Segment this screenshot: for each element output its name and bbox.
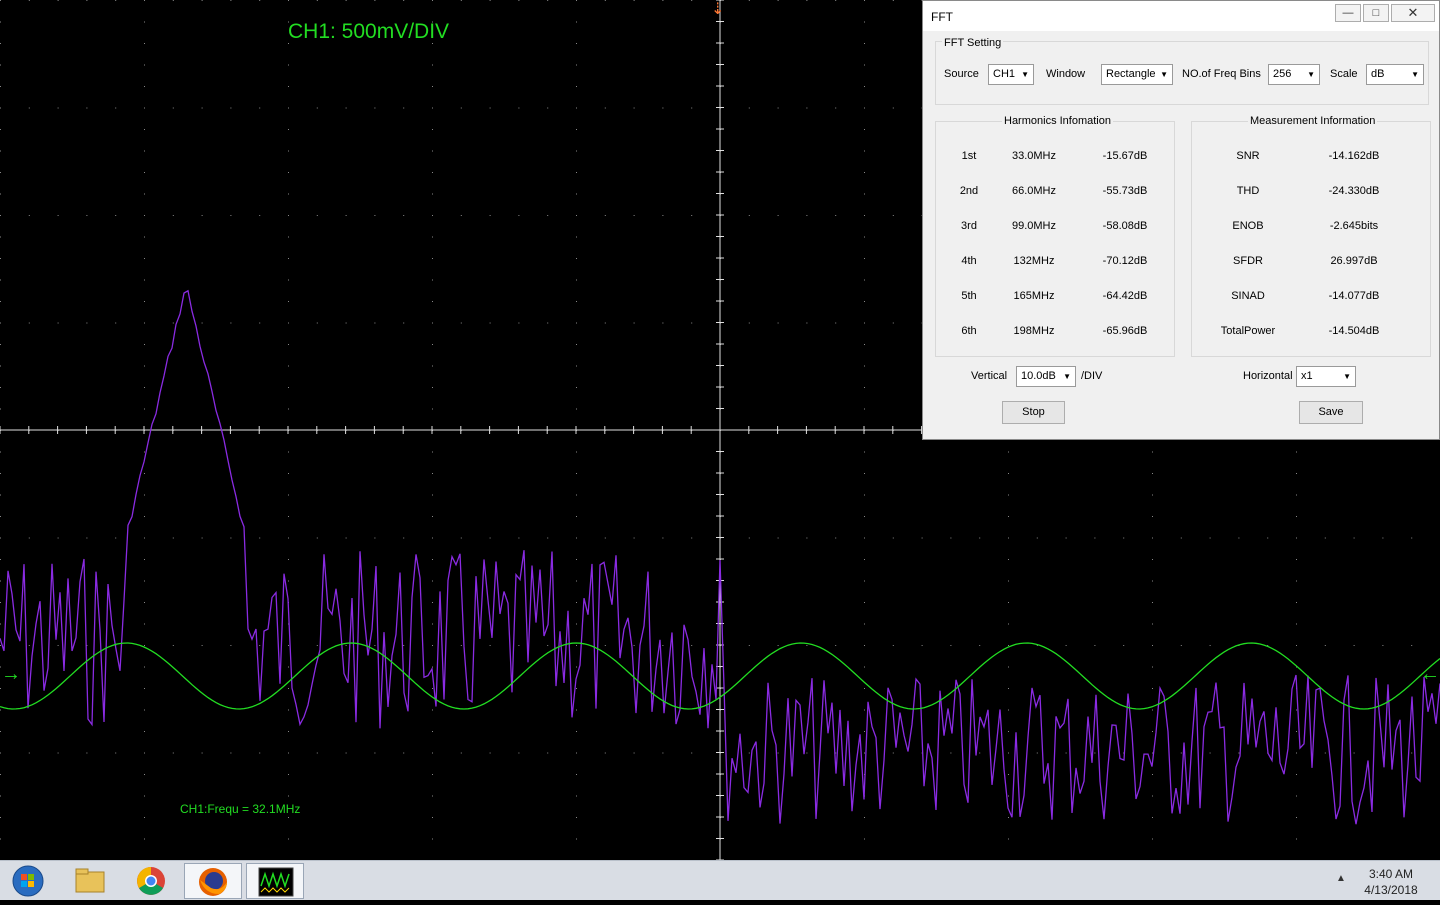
horizontal-select[interactable]: x1 ▼	[1296, 366, 1356, 387]
harmonics-group: Harmonics Infomation 1st 33.0MHz -15.67dB 2…	[935, 115, 1175, 357]
chevron-down-icon: ▼	[1307, 70, 1315, 79]
firefox-icon[interactable]	[184, 863, 242, 899]
harmonic-order: 1st	[961, 150, 977, 162]
measurement-value: -14.504dB	[1328, 325, 1380, 337]
harmonic-order: 6th	[961, 325, 977, 337]
measurement-value: -2.645bits	[1329, 220, 1379, 232]
clock-date[interactable]: 4/13/2018	[1356, 883, 1426, 897]
window-label: Window	[1046, 68, 1086, 80]
vertical-label: Vertical	[971, 370, 1008, 382]
measurement-value: 26.997dB	[1330, 255, 1378, 267]
harmonic-order: 3rd	[961, 220, 977, 232]
taskbar: ▲ 3:40 AM 4/13/2018	[0, 860, 1440, 900]
vertical-value: 10.0dB	[1021, 370, 1056, 382]
maximize-button[interactable]: □	[1363, 4, 1389, 22]
freq-bins-label: NO.of Freq Bins	[1182, 68, 1261, 80]
measurement-legend: Measurement Information	[1248, 115, 1378, 127]
chevron-down-icon: ▼	[1160, 70, 1168, 79]
fft-setting-legend: FFT Setting	[942, 37, 1004, 49]
minimize-button[interactable]: —	[1335, 4, 1361, 22]
harmonic-level: -65.96dB	[1102, 325, 1148, 337]
harmonic-freq: 165MHz	[1013, 290, 1055, 302]
measurement-group: Measurement Information SNR -14.162dB THD -…	[1191, 115, 1431, 357]
measurement-value: -14.077dB	[1328, 290, 1380, 302]
harmonic-order: 5th	[961, 290, 977, 302]
scale-select[interactable]: dB ▼	[1366, 64, 1424, 85]
measurement-name: THD	[1236, 185, 1260, 197]
vertical-select[interactable]: 10.0dB ▼	[1016, 366, 1076, 387]
scale-value: dB	[1371, 68, 1385, 80]
vertical-unit-label: /DIV	[1081, 370, 1103, 382]
harmonic-freq: 66.0MHz	[1011, 185, 1057, 197]
harmonic-level: -15.67dB	[1102, 150, 1148, 162]
freq-bins-select[interactable]: 256 ▼	[1268, 64, 1320, 85]
channel-ground-arrow-icon[interactable]: →	[1, 664, 21, 684]
measurement-name: TotalPower	[1220, 325, 1276, 337]
chevron-down-icon: ▼	[1343, 372, 1351, 381]
fft-dialog: FFT — □ ✕ FFT Setting Source CH1 ▼ Window…	[922, 0, 1440, 440]
chevron-down-icon: ▼	[1021, 70, 1029, 79]
start-button[interactable]	[6, 864, 46, 898]
harmonic-level: -55.73dB	[1102, 185, 1148, 197]
measurement-name: SFDR	[1233, 255, 1263, 267]
harmonic-level: -70.12dB	[1102, 255, 1148, 267]
harmonics-legend: Harmonics Infomation	[1002, 115, 1113, 127]
source-value: CH1	[993, 68, 1016, 80]
stop-button[interactable]: Stop	[1002, 401, 1065, 424]
source-label: Source	[944, 68, 979, 80]
close-button[interactable]: ✕	[1391, 4, 1435, 22]
clock-time[interactable]: 3:40 AM	[1356, 867, 1426, 881]
chevron-down-icon: ▼	[1411, 70, 1419, 79]
channel-ground-arrow-right-icon[interactable]: ←	[1420, 664, 1440, 684]
harmonic-level: -58.08dB	[1102, 220, 1148, 232]
chrome-icon[interactable]	[122, 863, 180, 899]
channel-scale-label: CH1: 500mV/DIV	[288, 20, 450, 43]
save-button[interactable]: Save	[1299, 401, 1363, 424]
measurement-value: -24.330dB	[1328, 185, 1380, 197]
harmonic-freq: 33.0MHz	[1011, 150, 1057, 162]
window-select[interactable]: Rectangle ▼	[1101, 64, 1173, 85]
show-hidden-icons-icon[interactable]: ▲	[1336, 873, 1346, 884]
file-explorer-icon[interactable]	[60, 863, 118, 899]
fft-setting-group: FFT Setting Source CH1 ▼ Window Rectangle…	[935, 37, 1429, 105]
fft-window-title: FFT	[931, 10, 953, 24]
measurement-name: ENOB	[1232, 220, 1264, 232]
harmonic-level: -64.42dB	[1102, 290, 1148, 302]
scale-label: Scale	[1330, 68, 1358, 80]
harmonic-order: 4th	[961, 255, 977, 267]
trigger-marker-icon[interactable]: ⇣	[711, 2, 724, 18]
horizontal-label: Horizontal	[1243, 370, 1293, 382]
harmonic-freq: 99.0MHz	[1011, 220, 1057, 232]
measurement-name: SINAD	[1231, 290, 1265, 302]
window-value: Rectangle	[1106, 68, 1156, 80]
frequency-readout: CH1:Frequ = 32.1MHz	[180, 802, 301, 816]
measurement-value: -14.162dB	[1328, 150, 1380, 162]
windows-start-icon	[12, 865, 44, 897]
harmonic-freq: 132MHz	[1013, 255, 1055, 267]
measurement-name: SNR	[1236, 150, 1260, 162]
oscilloscope-app-icon[interactable]	[246, 863, 304, 899]
horizontal-value: x1	[1301, 370, 1313, 382]
harmonic-order: 2nd	[959, 185, 979, 197]
chevron-down-icon: ▼	[1063, 372, 1071, 381]
freq-bins-value: 256	[1273, 68, 1292, 80]
source-select[interactable]: CH1 ▼	[988, 64, 1034, 85]
harmonic-freq: 198MHz	[1013, 325, 1055, 337]
fft-titlebar[interactable]: FFT — □ ✕	[923, 1, 1439, 31]
